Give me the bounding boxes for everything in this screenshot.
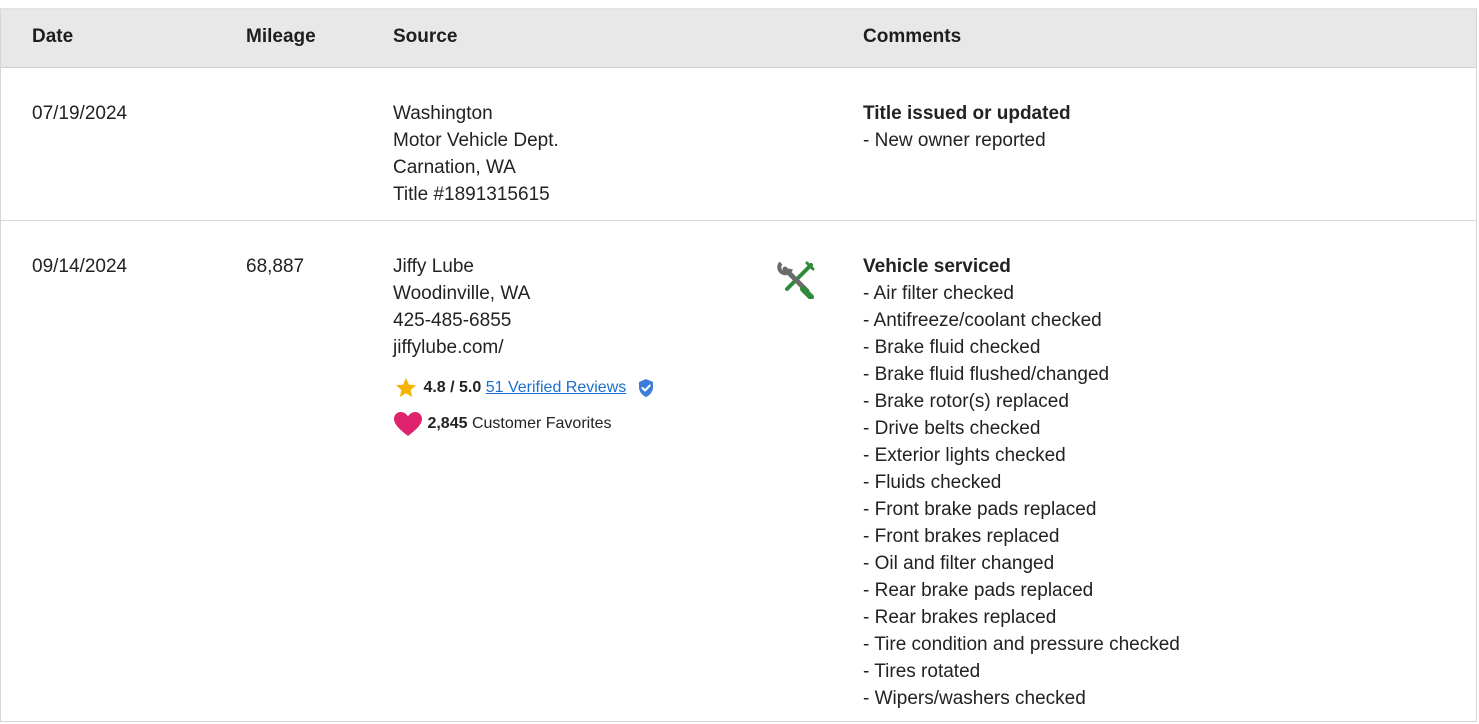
comment-item: - New owner reported — [863, 130, 1046, 151]
source-line: Motor Vehicle Dept. — [393, 130, 559, 151]
table-row: 07/19/2024 Washington Motor Vehicle Dept… — [1, 68, 1476, 221]
comment-item: - Exterior lights checked — [863, 445, 1066, 466]
customer-favorites: 2,845 Customer Favorites — [393, 411, 612, 437]
heart-icon — [394, 412, 422, 436]
verified-shield-icon — [638, 379, 653, 397]
source-line: Jiffy Lube — [393, 256, 474, 277]
favorites-count: 2,845 — [427, 415, 468, 433]
column-header-source: Source — [393, 26, 458, 47]
comment-title: Vehicle serviced — [863, 256, 1011, 277]
source-line: Title #1891315615 — [393, 184, 550, 205]
record-comments: Title issued or updated - New owner repo… — [863, 100, 1071, 154]
comment-item: - Tire condition and pressure checked — [863, 634, 1180, 655]
comment-item: - Rear brakes replaced — [863, 607, 1057, 628]
record-date: 09/14/2024 — [32, 256, 128, 277]
record-mileage: 68,887 — [246, 256, 305, 277]
comment-item: - Front brake pads replaced — [863, 499, 1097, 520]
comment-item: - Brake fluid flushed/changed — [863, 364, 1110, 385]
comment-item: - Brake rotor(s) replaced — [863, 391, 1069, 412]
source-line: jiffylube.com/ — [393, 337, 504, 358]
comment-item: - Oil and filter changed — [863, 553, 1055, 574]
record-comments: Vehicle serviced - Air filter checked - … — [863, 253, 1180, 712]
table-row: 09/14/2024 68,887 Jiffy Lube Woodinville… — [1, 221, 1476, 724]
shop-rating: 4.8 / 5.0 51 Verified Reviews — [393, 376, 655, 400]
favorites-label: Customer Favorites — [471, 415, 612, 433]
source-line: Carnation, WA — [393, 157, 516, 178]
source-line: Woodinville, WA — [393, 283, 531, 304]
record-date: 07/19/2024 — [32, 103, 128, 124]
column-header-date: Date — [32, 26, 74, 47]
comment-item: - Rear brake pads replaced — [863, 580, 1094, 601]
column-header-comments: Comments — [863, 26, 962, 47]
wrench-screwdriver-icon — [777, 261, 815, 299]
source-line: 425-485-6855 — [393, 310, 512, 331]
comment-item: - Fluids checked — [863, 472, 1002, 493]
table-header: Date Mileage Source Comments — [1, 10, 1476, 68]
comment-item: - Wipers/washers checked — [863, 688, 1086, 709]
rating-value: 4.8 / 5.0 — [423, 379, 482, 397]
comment-item: - Front brakes replaced — [863, 526, 1060, 547]
history-table: Date Mileage Source Comments 07/19/2024 … — [0, 8, 1477, 722]
comment-item: - Air filter checked — [863, 283, 1014, 304]
comment-item: - Tires rotated — [863, 661, 981, 682]
record-source: Jiffy Lube Woodinville, WA 425-485-6855 … — [393, 253, 653, 436]
source-line: Washington — [393, 103, 493, 124]
comment-item: - Brake fluid checked — [863, 337, 1041, 358]
record-source: Washington Motor Vehicle Dept. Carnation… — [393, 100, 559, 208]
verified-reviews-link[interactable]: 51 Verified Reviews — [486, 379, 627, 396]
star-icon — [396, 378, 416, 397]
comment-title: Title issued or updated — [863, 103, 1071, 124]
comment-item: - Drive belts checked — [863, 418, 1041, 439]
comment-item: - Antifreeze/coolant checked — [863, 310, 1102, 331]
column-header-mileage: Mileage — [246, 26, 316, 47]
